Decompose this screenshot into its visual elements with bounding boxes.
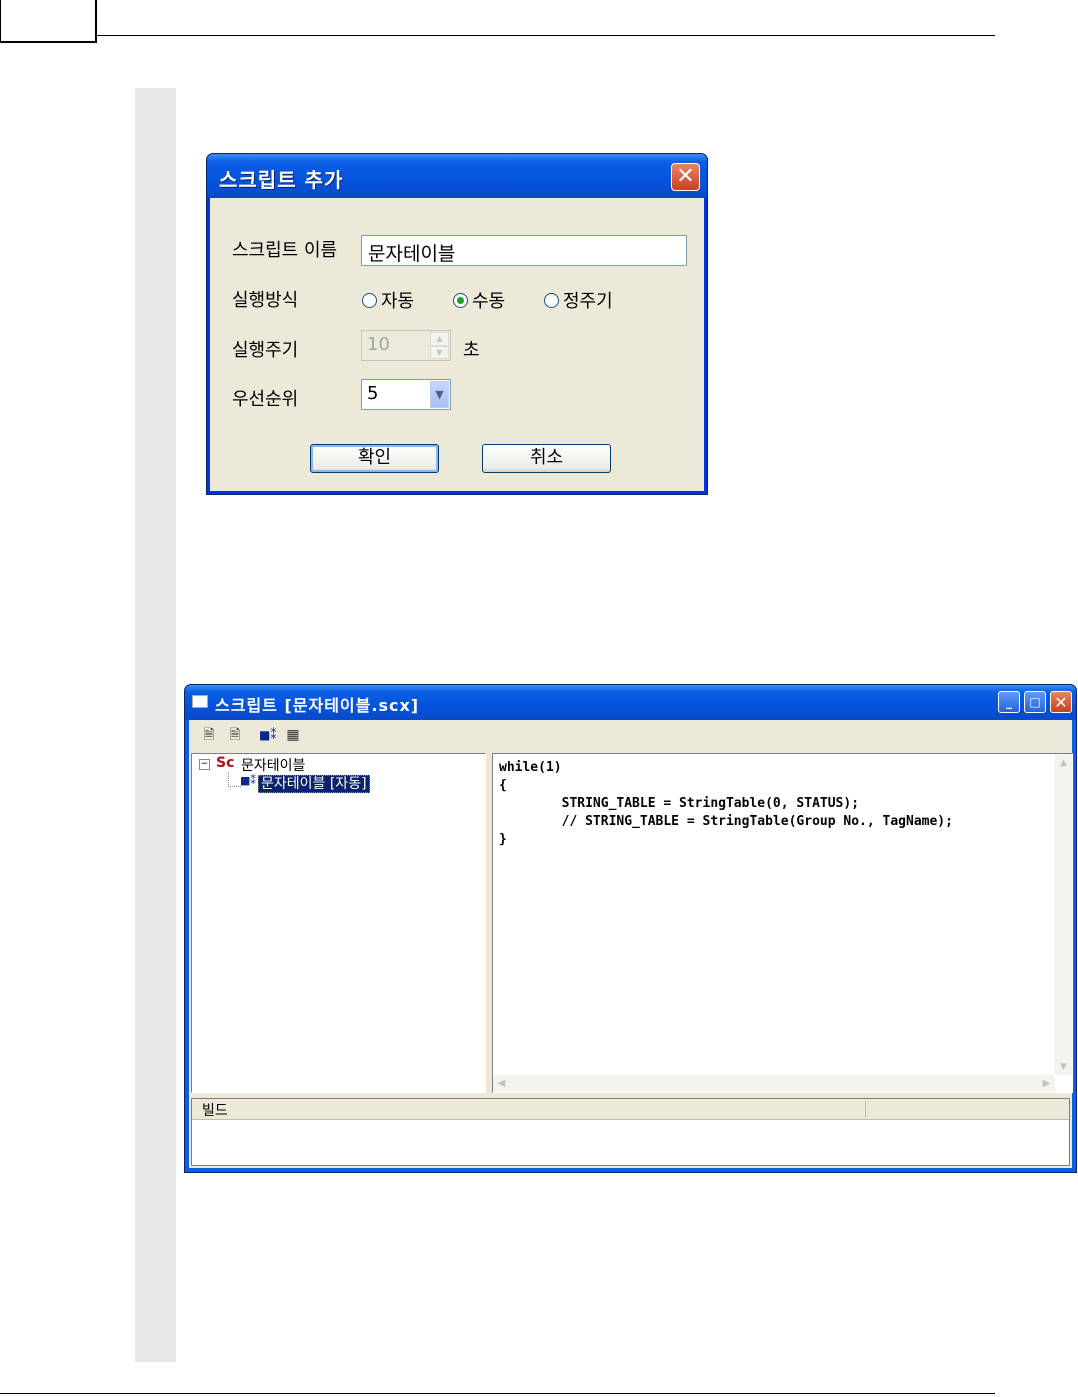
radio-manual-label: 수동	[472, 291, 506, 312]
spinner-arrows[interactable]: ▲ ▼	[430, 332, 449, 359]
window-close-button[interactable]: ✕	[1050, 691, 1072, 713]
script-name-input[interactable]: 문자테이블	[361, 235, 687, 266]
build-column-header[interactable]: 빌드	[202, 1100, 228, 1120]
footer-rule	[0, 1393, 995, 1394]
priority-select[interactable]: 5 ▼	[361, 379, 451, 410]
minimize-button[interactable]: _	[998, 691, 1020, 713]
minimize-icon: _	[1006, 695, 1012, 709]
scroll-up-icon[interactable]: ▲	[1055, 754, 1072, 771]
header-rule	[97, 35, 995, 36]
radio-circle	[362, 292, 377, 308]
script-badge: Sc	[216, 755, 235, 771]
cancel-button[interactable]: 취소	[482, 444, 611, 473]
collapse-icon[interactable]: −	[199, 759, 210, 770]
close-icon: ✕	[1054, 692, 1068, 712]
radio-circle-selected	[453, 292, 468, 308]
tree-node-icon[interactable]: ■⁑	[259, 726, 276, 744]
close-icon: ✕	[676, 164, 695, 189]
dialog-titlebar[interactable]: 스크립트 추가 ✕	[207, 154, 707, 198]
script-node-icon: ■⁑	[240, 774, 256, 787]
side-margin-band	[135, 88, 176, 1362]
document-icon[interactable]: 🗎	[227, 726, 243, 744]
script-window-titlebar[interactable]: 스크립트 [문자테이블.scx] _ □ ✕	[185, 685, 1076, 720]
exec-period-spinner[interactable]: 10 ▲ ▼	[361, 330, 451, 361]
code-text[interactable]: while(1) { STRING_TABLE = StringTable(0,…	[499, 759, 953, 849]
build-output-panel: 빌드	[191, 1098, 1070, 1166]
radio-manual[interactable]: 수동	[453, 287, 505, 313]
dialog-close-button[interactable]: ✕	[671, 163, 700, 191]
maximize-button[interactable]: □	[1024, 691, 1046, 713]
exec-period-label: 실행주기	[232, 340, 299, 361]
dialog-body: 스크립트 이름 문자테이블 실행방식 자동 수동 정주기 실행주기 10 ▲ ▼…	[210, 198, 704, 491]
script-window-title: 스크립트 [문자테이블.scx]	[215, 696, 420, 715]
exec-period-value: 10	[367, 334, 390, 355]
script-window: 스크립트 [문자테이블.scx] _ □ ✕ 🗎 🗎 ■⁑ ▦ − Sc 문자테…	[184, 684, 1077, 1173]
tree-root-label[interactable]: 문자테이블	[241, 755, 305, 775]
spin-down-icon[interactable]: ▼	[430, 345, 449, 359]
exec-period-unit: 초	[463, 340, 480, 361]
priority-value: 5	[367, 383, 379, 404]
chevron-down-icon[interactable]: ▼	[430, 381, 449, 408]
dialog-title: 스크립트 추가	[219, 168, 344, 192]
scroll-left-icon[interactable]: ◀	[493, 1075, 510, 1092]
page-header-tab	[0, 0, 97, 43]
scroll-down-icon[interactable]: ▼	[1055, 1058, 1072, 1075]
toolbar: 🗎 🗎 ■⁑ ▦	[189, 720, 1072, 750]
exec-mode-label: 실행방식	[232, 290, 299, 311]
column-divider[interactable]	[865, 1101, 866, 1117]
add-script-dialog: 스크립트 추가 ✕ 스크립트 이름 문자테이블 실행방식 자동 수동 정주기 실…	[206, 153, 708, 495]
scroll-right-icon[interactable]: ▶	[1038, 1075, 1055, 1092]
code-editor[interactable]: while(1) { STRING_TABLE = StringTable(0,…	[492, 753, 1073, 1093]
script-window-body: 🗎 🗎 ■⁑ ▦ − Sc 문자테이블 ■⁑ 문자테이블 [자동] while(…	[189, 720, 1073, 1168]
window-icon	[192, 695, 208, 708]
vertical-scrollbar[interactable]: ▲ ▼	[1055, 754, 1072, 1075]
spin-up-icon[interactable]: ▲	[430, 332, 449, 346]
maximize-icon: □	[1029, 695, 1041, 709]
script-name-label: 스크립트 이름	[232, 240, 338, 261]
tree-item-selected[interactable]: 문자테이블 [자동]	[258, 773, 370, 793]
new-script-icon[interactable]: 🗎	[201, 726, 217, 744]
radio-periodic[interactable]: 정주기	[544, 287, 613, 313]
build-header: 빌드	[192, 1099, 1069, 1120]
horizontal-scrollbar[interactable]: ◀ ▶	[493, 1075, 1055, 1092]
radio-auto-label: 자동	[381, 291, 415, 312]
radio-circle	[544, 292, 559, 308]
script-tree: − Sc 문자테이블 ■⁑ 문자테이블 [자동]	[191, 753, 486, 1093]
radio-auto[interactable]: 자동	[362, 287, 414, 313]
priority-label: 우선순위	[232, 389, 299, 410]
tree-child-label: 문자테이블 [자동]	[258, 775, 370, 793]
ok-button[interactable]: 확인	[310, 444, 439, 473]
radio-periodic-label: 정주기	[563, 291, 613, 312]
build-icon[interactable]: ▦	[285, 726, 301, 744]
